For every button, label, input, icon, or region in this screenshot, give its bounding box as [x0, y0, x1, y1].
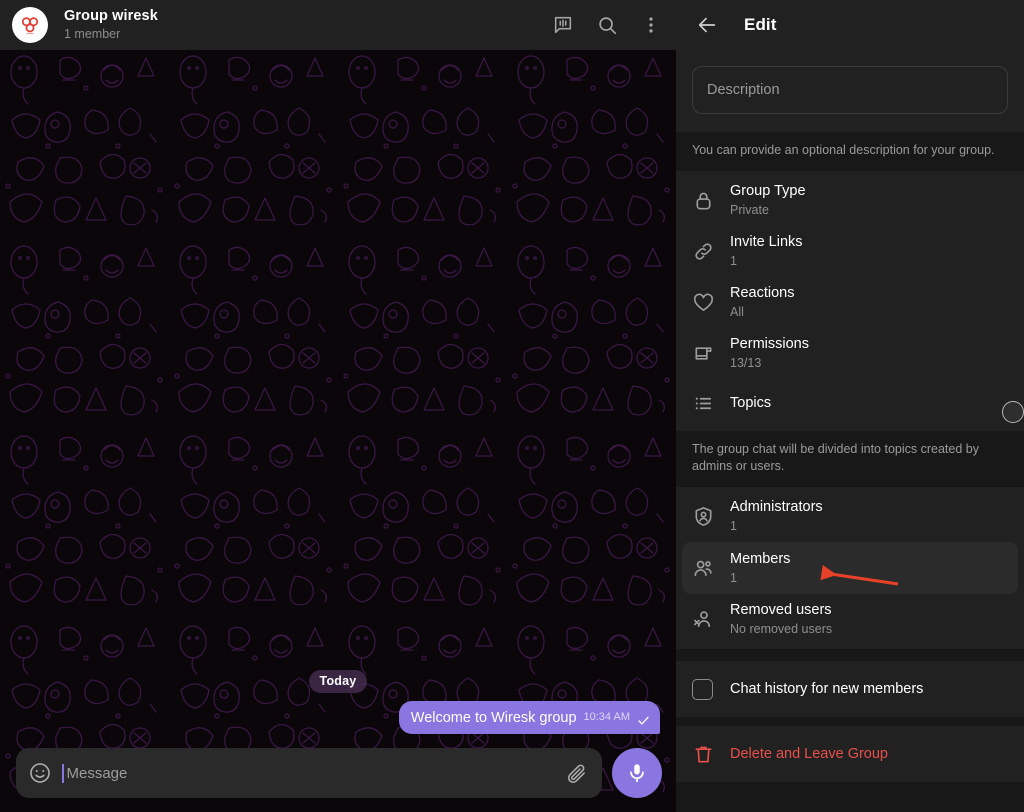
row-value: 1: [730, 570, 737, 585]
trash-icon: [692, 743, 726, 766]
row-value: All: [730, 305, 744, 319]
row-label: Invite Links: [730, 234, 803, 250]
poll-icon[interactable]: [552, 14, 574, 36]
message-time: 10:34 AM: [583, 711, 630, 723]
row-text: Members 1: [730, 550, 1008, 587]
message-list: Today Welcome to Wiresk group 10:34 AM: [0, 670, 676, 734]
settings-row-removed-users[interactable]: Removed users No removed users: [682, 594, 1018, 645]
settings-row-group-type[interactable]: Group Type Private: [682, 175, 1018, 226]
settings-row-permissions[interactable]: Permissions 13/13: [682, 328, 1018, 379]
toggle-knob: [1002, 401, 1024, 423]
message-text: Welcome to Wiresk group: [410, 710, 577, 726]
row-value: 1: [730, 519, 737, 533]
chat-member-count: 1 member: [64, 27, 121, 41]
heart-icon: [692, 291, 726, 314]
settings-row-topics[interactable]: Topics: [682, 379, 1024, 427]
row-text: Chat history for new members: [730, 680, 1008, 699]
date-divider: Today: [308, 670, 368, 693]
lock-icon: [692, 189, 726, 212]
row-label: Reactions: [730, 285, 795, 301]
row-label: Removed users: [730, 602, 832, 618]
paperclip-icon[interactable]: [565, 762, 588, 785]
chat-header-actions: [552, 14, 662, 36]
row-text: Permissions 13/13: [730, 335, 1008, 372]
smiley-icon[interactable]: [28, 761, 52, 785]
row-text: Reactions All: [730, 284, 1008, 321]
description-hint: You can provide an optional description …: [676, 132, 1024, 171]
row-label: Group Type: [730, 183, 806, 199]
chat-title-wrap[interactable]: Group wiresk 1 member: [64, 8, 552, 42]
people-settings-list: Administrators 1 Members 1 Removed users…: [676, 487, 1024, 649]
row-value: Private: [730, 203, 769, 217]
row-text: Group Type Private: [730, 182, 1008, 219]
description-block: [676, 50, 1024, 132]
chat-header: Group wiresk 1 member: [0, 0, 676, 50]
section-divider: [676, 717, 1024, 726]
settings-row-administrators[interactable]: Administrators 1: [682, 491, 1018, 542]
shield-person-icon: [692, 505, 726, 528]
single-check-icon: [638, 716, 649, 725]
edit-panel-header: Edit: [676, 0, 1024, 50]
message-bubble-outgoing[interactable]: Welcome to Wiresk group 10:34 AM: [398, 701, 660, 734]
danger-section: Delete and Leave Group: [676, 726, 1024, 782]
message-composer: [16, 748, 662, 798]
search-icon[interactable]: [596, 14, 618, 36]
row-text: Invite Links 1: [730, 233, 1008, 270]
avatar[interactable]: [12, 7, 48, 43]
row-label: Chat history for new members: [730, 680, 924, 697]
row-value: 13/13: [730, 356, 762, 370]
row-text: Topics: [730, 394, 1004, 413]
row-value: No removed users: [730, 622, 833, 636]
settings-row-chat-history[interactable]: Chat history for new members: [682, 665, 1018, 713]
edit-panel: Edit You can provide an optional descrip…: [676, 0, 1024, 812]
section-divider: [676, 649, 1024, 661]
row-label: Topics: [730, 394, 772, 411]
chat-pane: Group wiresk 1 member Today Welcome to W…: [0, 0, 676, 812]
permissions-icon: [692, 342, 726, 365]
microphone-icon: [630, 764, 644, 783]
microphone-button[interactable]: [612, 748, 662, 798]
row-label: Members: [730, 550, 791, 567]
composer-input-box[interactable]: [16, 748, 602, 798]
list-icon: [692, 392, 726, 415]
row-label: Permissions: [730, 336, 809, 352]
row-value: 1: [730, 254, 737, 268]
chat-history-section: Chat history for new members: [676, 661, 1024, 717]
row-label: Administrators: [730, 499, 823, 515]
chat-body: Today Welcome to Wiresk group 10:34 AM: [0, 50, 676, 812]
settings-row-members[interactable]: Members 1: [682, 542, 1018, 594]
more-options-icon[interactable]: [640, 14, 662, 36]
chat-history-checkbox[interactable]: [692, 678, 713, 700]
row-label: Delete and Leave Group: [730, 745, 888, 762]
row-text: Administrators 1: [730, 498, 1008, 535]
members-icon: [692, 557, 726, 580]
topics-hint: The group chat will be divided into topi…: [676, 431, 1024, 487]
panel-title: Edit: [744, 15, 777, 34]
date-divider-row: Today: [16, 670, 660, 693]
group-settings-list: Group Type Private Invite Links 1 Reacti…: [676, 171, 1024, 431]
message-row: Welcome to Wiresk group 10:34 AM: [16, 701, 660, 734]
settings-row-invite-links[interactable]: Invite Links 1: [682, 226, 1018, 277]
chat-title: Group wiresk: [64, 8, 158, 24]
description-input[interactable]: [707, 82, 993, 98]
removed-user-icon: [692, 608, 726, 631]
message-input[interactable]: [66, 764, 555, 782]
arrow-left-icon[interactable]: [696, 14, 718, 36]
link-icon: [692, 240, 726, 263]
row-text: Removed users No removed users: [730, 601, 1008, 638]
row-text: Delete and Leave Group: [730, 745, 1008, 764]
text-cursor: [62, 763, 64, 783]
checkbox-icon[interactable]: [692, 678, 726, 700]
settings-row-delete-leave-group[interactable]: Delete and Leave Group: [682, 730, 1018, 778]
settings-row-reactions[interactable]: Reactions All: [682, 277, 1018, 328]
telegram-window: Group wiresk 1 member Today Welcome to W…: [0, 0, 1024, 812]
edit-panel-content: You can provide an optional description …: [676, 50, 1024, 812]
group-logo-flower-icon: [21, 17, 39, 35]
description-field[interactable]: [692, 66, 1008, 114]
